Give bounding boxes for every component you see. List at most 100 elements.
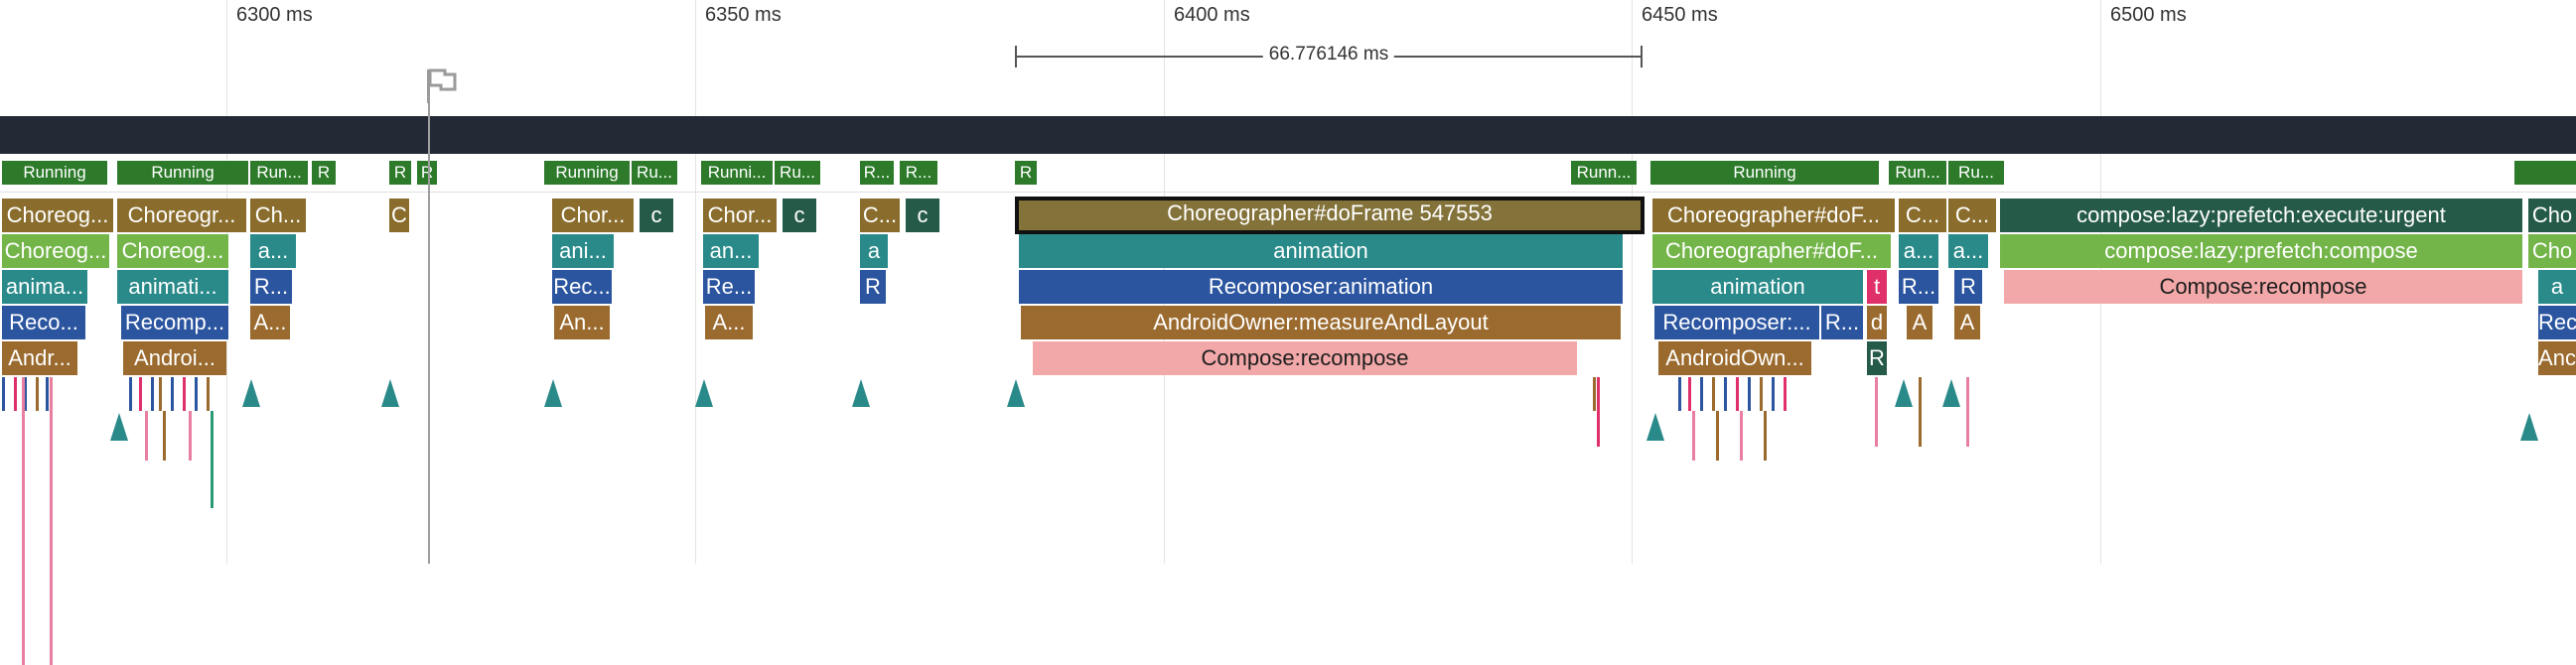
slice-animation[interactable]: a: [2538, 270, 2576, 304]
sub-slice[interactable]: [1772, 377, 1775, 411]
sub-slice[interactable]: [46, 377, 49, 411]
thread-state-running[interactable]: R...: [860, 161, 894, 185]
instant-event-arrow-icon[interactable]: [695, 379, 713, 407]
slice-animation[interactable]: a...: [1899, 234, 1938, 268]
slice-android-owner[interactable]: Anc: [2538, 341, 2576, 375]
time-ruler[interactable]: 6300 ms 6350 ms 6400 ms 6450 ms 6500 ms …: [0, 0, 2576, 564]
slice-choreographer[interactable]: Choreographer#doF...: [1652, 234, 1891, 268]
thread-state-running[interactable]: Running: [117, 161, 248, 185]
slice-prefetch[interactable]: c: [906, 199, 939, 232]
sub-slice[interactable]: [195, 377, 198, 411]
slice-choreographer[interactable]: C...: [860, 199, 900, 232]
sub-slice[interactable]: [1593, 377, 1596, 411]
instant-event-arrow-icon[interactable]: [242, 379, 260, 407]
instant-event-arrow-icon[interactable]: [852, 379, 870, 407]
sub-slice[interactable]: [36, 377, 39, 411]
slice-prefetch[interactable]: c: [640, 199, 673, 232]
thread-state-running[interactable]: R: [389, 161, 411, 185]
slice-recomposer[interactable]: R: [1954, 270, 1982, 304]
thread-state-running[interactable]: R: [312, 161, 336, 185]
slice-other[interactable]: t: [1867, 270, 1887, 304]
sub-slice[interactable]: [129, 377, 132, 411]
thread-state-running[interactable]: Run...: [1889, 161, 1946, 185]
instant-event-arrow-icon[interactable]: [1942, 379, 1960, 407]
slice-choreographer[interactable]: Choreog...: [117, 234, 228, 268]
thread-state-running[interactable]: Running: [544, 161, 630, 185]
sub-slice[interactable]: [145, 411, 148, 461]
slice-compose-recompose[interactable]: Compose:recompose: [1033, 341, 1577, 375]
thread-state-running[interactable]: Runn...: [1571, 161, 1637, 185]
instant-event-arrow-icon[interactable]: [2520, 413, 2538, 441]
slice-android-owner[interactable]: A...: [250, 306, 290, 339]
sub-slice[interactable]: [1692, 411, 1695, 461]
slice-android-owner[interactable]: Andr...: [2, 341, 77, 375]
slice-choreographer[interactable]: Choreographer#doF...: [1652, 199, 1895, 232]
slice-android-owner[interactable]: Androi...: [123, 341, 226, 375]
slice-choreographer[interactable]: C...: [1899, 199, 1946, 232]
instant-event-arrow-icon[interactable]: [1895, 379, 1913, 407]
sub-slice[interactable]: [1919, 377, 1922, 447]
sub-slice[interactable]: [151, 377, 154, 411]
sub-slice[interactable]: [1712, 377, 1715, 411]
sub-slice[interactable]: [1764, 411, 1767, 461]
slice-prefetch-compose[interactable]: compose:lazy:prefetch:compose: [2000, 234, 2522, 268]
thread-state-running[interactable]: R...: [900, 161, 937, 185]
thread-state-running[interactable]: Runni...: [701, 161, 773, 185]
thread-state-running[interactable]: Run...: [250, 161, 308, 185]
sub-slice[interactable]: [159, 377, 162, 411]
sub-slice[interactable]: [139, 377, 142, 411]
slice-recomposer[interactable]: R...: [1821, 306, 1863, 339]
thread-state-running[interactable]: [2514, 161, 2576, 185]
slice-prefetch-urgent[interactable]: compose:lazy:prefetch:execute:urgent: [2000, 199, 2522, 232]
sub-slice[interactable]: [207, 377, 210, 411]
sub-slice[interactable]: [1736, 377, 1739, 411]
slice-recomposer[interactable]: Recomp...: [121, 306, 228, 339]
sub-slice[interactable]: [50, 377, 53, 665]
slice-animation[interactable]: a: [860, 234, 888, 268]
thread-state-running[interactable]: Ru...: [775, 161, 820, 185]
slice-android-owner[interactable]: A: [1907, 306, 1932, 339]
sub-slice[interactable]: [14, 377, 17, 411]
slice-choreographer[interactable]: Choreog...: [2, 234, 109, 268]
slice-choreographer[interactable]: C...: [1948, 199, 1996, 232]
sub-slice[interactable]: [189, 411, 192, 461]
slice-choreographer[interactable]: Choreog...: [2, 199, 113, 232]
thread-state-track[interactable]: Running Running Run... R R R Running Ru.…: [0, 161, 2576, 189]
slice-android-owner-measure[interactable]: AndroidOwner:measureAndLayout: [1021, 306, 1621, 339]
instant-event-arrow-icon[interactable]: [1646, 413, 1664, 441]
slice-recomposer[interactable]: R...: [250, 270, 292, 304]
slice-prefetch[interactable]: c: [783, 199, 816, 232]
slice-animation[interactable]: a...: [1948, 234, 1988, 268]
instant-event-arrow-icon[interactable]: [544, 379, 562, 407]
slice-choreographer-doframe-selected[interactable]: Choreographer#doFrame 547553: [1015, 197, 1645, 234]
slice-choreographer[interactable]: Chor...: [552, 199, 634, 232]
thread-state-running[interactable]: R: [417, 161, 437, 185]
slice-track[interactable]: Choreog... Choreogr... Ch... C Chor... c…: [0, 197, 2576, 665]
slice-recomposer[interactable]: R...: [1899, 270, 1938, 304]
thread-state-running[interactable]: Running: [2, 161, 107, 185]
sub-slice[interactable]: [1740, 411, 1743, 461]
thread-state-running[interactable]: Running: [1650, 161, 1879, 185]
thread-state-running[interactable]: Ru...: [1948, 161, 2004, 185]
slice-android-owner[interactable]: An...: [554, 306, 610, 339]
slice-other[interactable]: d: [1867, 306, 1887, 339]
sub-slice[interactable]: [1678, 377, 1681, 411]
sub-slice[interactable]: [1724, 377, 1727, 411]
slice-animation[interactable]: anima...: [2, 270, 87, 304]
slice-recomposer[interactable]: Reco...: [2, 306, 85, 339]
slice-animation[interactable]: animati...: [117, 270, 228, 304]
thread-state-running[interactable]: R: [1015, 161, 1037, 185]
slice-animation[interactable]: animation: [1019, 234, 1623, 268]
sub-slice[interactable]: [1966, 377, 1969, 447]
sub-slice[interactable]: [1748, 377, 1751, 411]
slice-choreographer[interactable]: Chor...: [703, 199, 777, 232]
instant-event-arrow-icon[interactable]: [1007, 379, 1025, 407]
slice-recomposer[interactable]: R: [1867, 341, 1887, 375]
sub-slice[interactable]: [1760, 377, 1763, 411]
sub-slice[interactable]: [2, 377, 5, 411]
slice-animation[interactable]: an...: [703, 234, 759, 268]
slice-animation[interactable]: ani...: [552, 234, 614, 268]
sub-slice[interactable]: [1597, 377, 1600, 447]
instant-event-arrow-icon[interactable]: [110, 413, 128, 441]
slice-compose-recompose[interactable]: Compose:recompose: [2004, 270, 2522, 304]
